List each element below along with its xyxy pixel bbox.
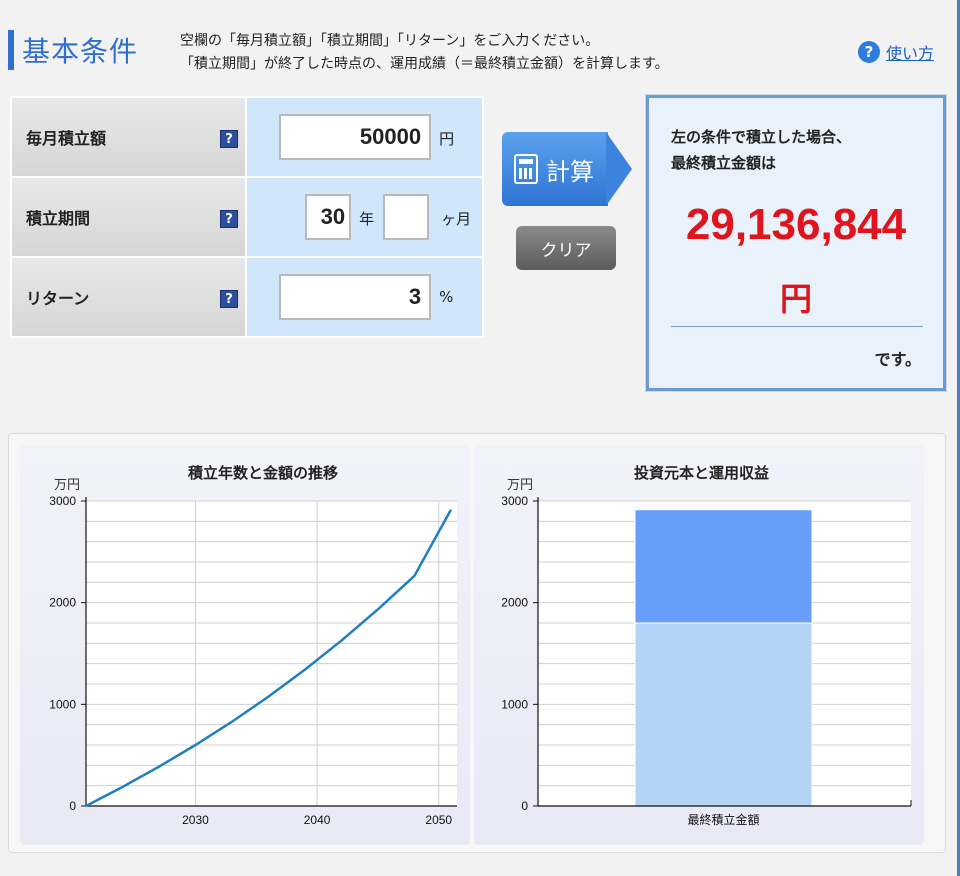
bar-chart-y-tick-label: 0 — [521, 799, 528, 813]
bar-chart-bar-segment — [634, 509, 813, 624]
bar-chart-y-tick-label: 1000 — [501, 697, 528, 711]
bar-chart-bar-segment — [634, 622, 813, 807]
bar-chart-category-label: 最終積立金額 — [687, 812, 759, 827]
bar-chart-y-tick-label: 2000 — [501, 596, 528, 610]
bar-chart: 0 1000 2000 3000 最終積立金額 — [501, 494, 912, 827]
bar-chart-y-tick-label: 3000 — [501, 494, 528, 508]
